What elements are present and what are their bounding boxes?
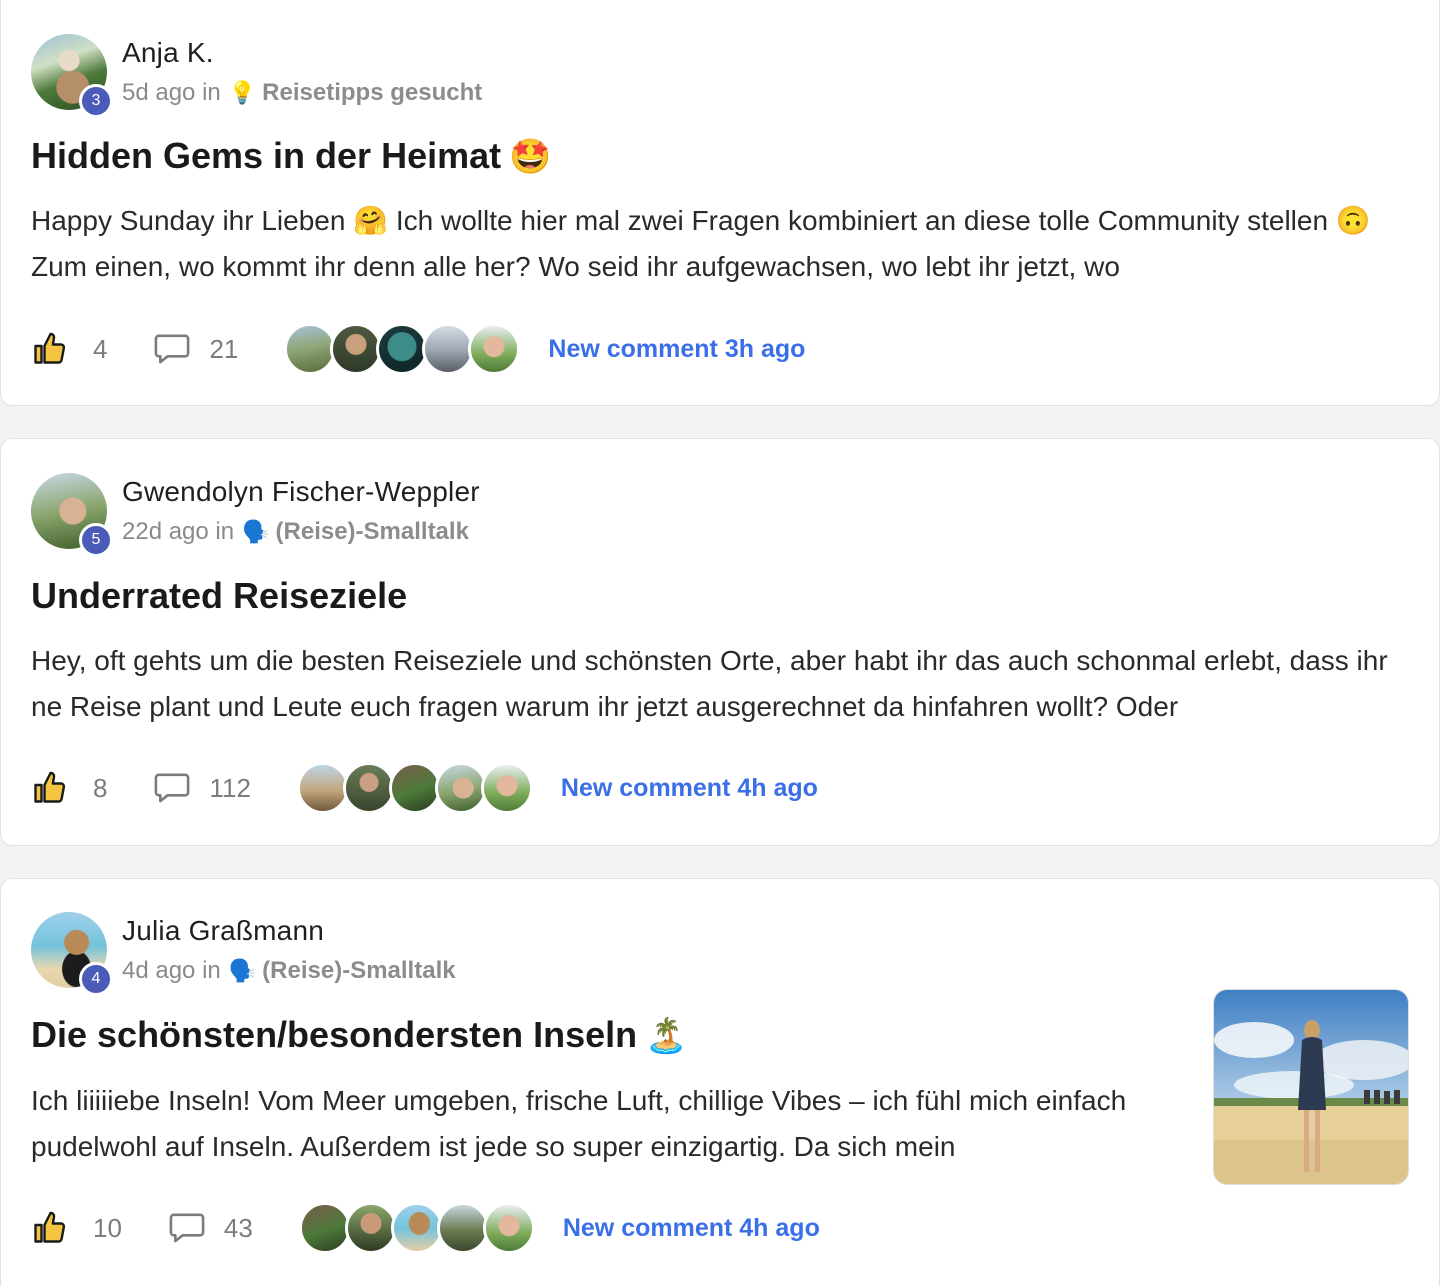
- space-link[interactable]: (Reise)-Smalltalk: [262, 956, 455, 986]
- author-avatar[interactable]: 3: [31, 34, 113, 118]
- commenter-avatar: [284, 323, 337, 375]
- comment-icon[interactable]: [153, 332, 191, 366]
- space-link[interactable]: Reisetipps gesucht: [262, 78, 482, 108]
- commenter-avatars[interactable]: [284, 323, 521, 375]
- desert-island-emoji-icon: 🏝️: [645, 1017, 688, 1055]
- commenter-avatar: [342, 762, 395, 814]
- commenter-avatar: [468, 323, 521, 375]
- new-comment-link[interactable]: New comment 4h ago: [563, 1214, 820, 1243]
- comment-count: 112: [209, 772, 251, 803]
- author-name[interactable]: Julia Graßmann: [122, 914, 456, 948]
- space-link[interactable]: (Reise)-Smalltalk: [276, 517, 469, 547]
- like-count: 8: [93, 772, 108, 803]
- commenter-avatar: [422, 323, 475, 375]
- commenter-avatar: [296, 762, 349, 814]
- like-count: 10: [93, 1212, 122, 1243]
- commenter-avatar: [390, 1202, 443, 1254]
- post-header: 4 Julia Graßmann 4d ago in 🗣️ (Reise)-Sm…: [31, 912, 456, 996]
- comment-count: 43: [223, 1212, 253, 1243]
- commenter-avatars[interactable]: [298, 1202, 535, 1254]
- comment-count: 21: [209, 333, 239, 364]
- level-badge: 4: [79, 962, 113, 996]
- author-avatar[interactable]: 4: [31, 912, 113, 996]
- post-time: 22d ago in: [122, 518, 235, 545]
- speaking-head-icon: 🗣️: [228, 958, 257, 983]
- post-title-text: Underrated Reiseziele: [31, 575, 408, 616]
- thumbs-up-icon[interactable]: [31, 1210, 67, 1246]
- post-feed: 3 Anja K. 5d ago in 💡 Reisetipps gesucht…: [0, 0, 1440, 1286]
- commenter-avatar: [376, 323, 429, 375]
- author-name[interactable]: Gwendolyn Fischer-Weppler: [122, 475, 480, 509]
- post-card[interactable]: 4 Julia Graßmann 4d ago in 🗣️ (Reise)-Sm…: [0, 878, 1440, 1286]
- comment-icon[interactable]: [168, 1211, 206, 1245]
- post-footer: 10 43 New comment 4h ago: [31, 1202, 820, 1254]
- post-thumbnail[interactable]: [1213, 989, 1409, 1185]
- lightbulb-icon: 💡: [228, 80, 257, 105]
- post-footer: 4 21 New comment 3h ago: [31, 323, 805, 375]
- commenter-avatar: [344, 1202, 397, 1254]
- level-badge: 3: [79, 84, 113, 118]
- post-footer: 8 112 New comment 4h ago: [31, 762, 818, 814]
- post-time: 5d ago in: [122, 79, 221, 106]
- post-excerpt[interactable]: Ich liiiiiebe Inseln! Vom Meer umgeben, …: [31, 1078, 1181, 1170]
- commenter-avatar: [436, 1202, 489, 1254]
- speaking-head-icon: 🗣️: [242, 519, 270, 544]
- post-title-text: Die schönsten/besondersten Inseln: [31, 1014, 638, 1055]
- post-header: 5 Gwendolyn Fischer-Weppler 22d ago in 🗣…: [31, 473, 480, 557]
- thumbs-up-icon[interactable]: [31, 331, 67, 367]
- post-card[interactable]: 5 Gwendolyn Fischer-Weppler 22d ago in 🗣…: [0, 438, 1440, 846]
- like-count: 4: [93, 333, 108, 364]
- commenter-avatars[interactable]: [296, 762, 533, 814]
- post-header: 3 Anja K. 5d ago in 💡 Reisetipps gesucht: [31, 34, 482, 118]
- post-excerpt[interactable]: Hey, oft gehts um die besten Reiseziele …: [31, 638, 1421, 730]
- commenter-avatar: [298, 1202, 351, 1254]
- post-excerpt[interactable]: Happy Sunday ihr Lieben 🤗 Ich wollte hie…: [31, 198, 1371, 290]
- commenter-avatar: [388, 762, 441, 814]
- thumbs-up-icon[interactable]: [31, 770, 67, 806]
- post-thumbnail-image: [1214, 990, 1408, 1184]
- author-avatar[interactable]: 5: [31, 473, 113, 557]
- commenter-avatar: [330, 323, 383, 375]
- post-time: 4d ago in: [122, 957, 221, 984]
- commenter-avatar: [434, 762, 487, 814]
- new-comment-link[interactable]: New comment 4h ago: [561, 774, 818, 803]
- post-title[interactable]: Die schönsten/besondersten Inseln 🏝️: [31, 1013, 688, 1058]
- author-name[interactable]: Anja K.: [122, 36, 482, 70]
- post-card[interactable]: 3 Anja K. 5d ago in 💡 Reisetipps gesucht…: [0, 0, 1440, 406]
- commenter-avatar: [482, 1202, 535, 1254]
- comment-icon[interactable]: [153, 771, 191, 805]
- commenter-avatar: [480, 762, 533, 814]
- post-title-text: Hidden Gems in der Heimat: [31, 135, 502, 176]
- star-struck-emoji-icon: 🤩: [509, 138, 552, 176]
- post-title[interactable]: Hidden Gems in der Heimat 🤩: [31, 134, 551, 179]
- post-title[interactable]: Underrated Reiseziele: [31, 574, 407, 618]
- new-comment-link[interactable]: New comment 3h ago: [548, 335, 805, 364]
- level-badge: 5: [79, 523, 113, 557]
